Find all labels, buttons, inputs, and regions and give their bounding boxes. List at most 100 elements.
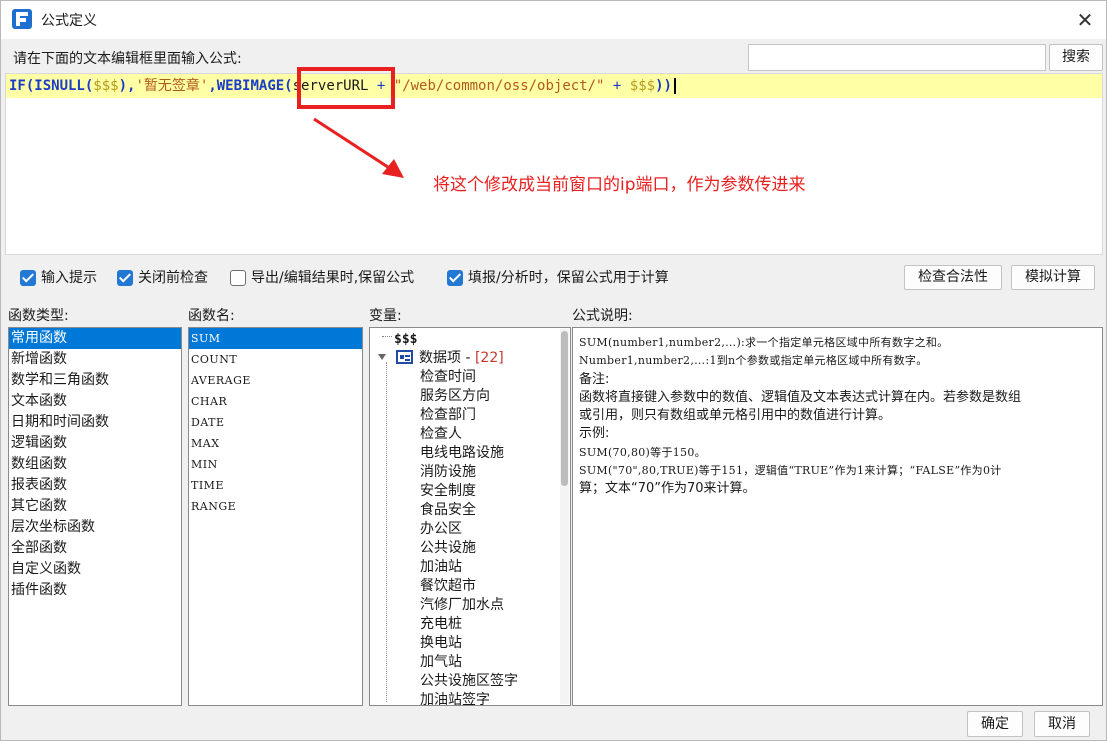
list-item[interactable]: COUNT — [189, 349, 362, 370]
formula-token-string: '暂无签章' — [135, 78, 209, 94]
ok-button[interactable]: 确定 — [967, 711, 1023, 737]
formula-dialog: 公式定义 ✕ 请在下面的文本编辑框里面输入公式: 搜索 IF(ISNULL($$… — [0, 0, 1107, 741]
list-item[interactable]: RANGE — [189, 496, 362, 517]
description-line: 备注: — [579, 371, 610, 387]
tree-item[interactable]: 服务区方向 — [420, 387, 490, 406]
variables-label: 变量: — [369, 308, 402, 324]
tree-item[interactable]: 检查部门 — [420, 406, 476, 425]
formula-token-var: $$$ — [93, 78, 119, 94]
function-types-label: 函数类型: — [8, 308, 69, 324]
tree-item[interactable]: 检查人 — [420, 425, 462, 444]
tree-item[interactable]: 充电桩 — [420, 615, 462, 634]
check-validity-button[interactable]: 检查合法性 — [904, 265, 1002, 290]
formula-token-close: ), — [118, 78, 136, 94]
prompt-label: 请在下面的文本编辑框里面输入公式: — [13, 51, 242, 67]
checkbox-keep-formula-export[interactable] — [230, 270, 246, 286]
list-item[interactable]: 文本函数 — [9, 391, 181, 412]
list-item[interactable]: AVERAGE — [189, 370, 362, 391]
list-item[interactable]: SUM — [189, 328, 362, 349]
description-line: Number1,number2,…:1到n个参数或指定单元格区域中所有数字。 — [579, 354, 928, 368]
list-item[interactable]: 插件函数 — [9, 580, 181, 601]
search-button[interactable]: 搜索 — [1049, 44, 1103, 71]
tree-item[interactable]: 食品安全 — [420, 501, 476, 520]
tree-node-count: [22] — [474, 350, 504, 366]
tree-item[interactable]: 电线电路设施 — [420, 444, 504, 463]
option-label: 填报/分析时，保留公式用于计算 — [468, 270, 669, 286]
list-item[interactable]: 数组函数 — [9, 454, 181, 475]
annotation-arrow-icon — [313, 117, 404, 178]
option-label: 关闭前检查 — [138, 270, 208, 286]
tree-node-title: 数据项 - — [419, 350, 475, 366]
tree-root-item[interactable]: $$$ — [394, 332, 417, 347]
formula-editor[interactable]: IF(ISNULL($$$),'暂无签章',WEBIMAGE(serverURL… — [5, 73, 1103, 255]
list-item[interactable]: 新增函数 — [9, 349, 181, 370]
checkbox-input-hint[interactable] — [20, 270, 36, 286]
tree-item[interactable]: 检查时间 — [420, 368, 476, 387]
tree-item[interactable]: 消防设施 — [420, 463, 476, 482]
list-item[interactable]: DATE — [189, 412, 362, 433]
list-item[interactable]: 自定义函数 — [9, 559, 181, 580]
tree-item[interactable]: 安全制度 — [420, 482, 476, 501]
option-label: 输入提示 — [41, 270, 97, 286]
list-item[interactable]: TIME — [189, 475, 362, 496]
tree-item[interactable]: 加气站 — [420, 653, 462, 672]
close-icon[interactable]: ✕ — [1071, 6, 1099, 34]
list-item[interactable]: MIN — [189, 454, 362, 475]
option-keep-formula-export[interactable]: 导出/编辑结果时,保留公式 — [230, 268, 436, 288]
list-item[interactable]: 常用函数 — [9, 328, 181, 349]
search-input[interactable] — [748, 44, 1046, 71]
scrollbar-thumb[interactable] — [561, 331, 568, 486]
text-cursor — [673, 78, 676, 94]
formula-token-plus-2: + — [604, 78, 630, 94]
list-item[interactable]: MAX — [189, 433, 362, 454]
list-item[interactable]: 报表函数 — [9, 475, 181, 496]
formula-token-webimage: ,WEBIMAGE( — [208, 78, 293, 94]
app-logo-icon — [12, 9, 32, 29]
tree-item[interactable]: 换电站 — [420, 634, 462, 653]
function-names-label: 函数名: — [188, 308, 235, 324]
variables-scrollbar[interactable] — [560, 329, 569, 704]
tree-connector — [386, 362, 387, 702]
tree-item[interactable]: 餐饮超市 — [420, 577, 476, 596]
tree-item[interactable]: 汽修厂加水点 — [420, 596, 504, 615]
formula-token-path: "/web/common/oss/object/" — [393, 78, 605, 94]
chevron-down-icon[interactable] — [378, 354, 386, 360]
data-item-icon — [396, 350, 413, 364]
tree-item[interactable]: 加油站 — [420, 558, 462, 577]
list-item[interactable]: 逻辑函数 — [9, 433, 181, 454]
description-line: SUM(number1,number2,…):求一个指定单元格区域中所有数字之和… — [579, 336, 949, 349]
checkbox-check-before-close[interactable] — [117, 270, 133, 286]
description-line: 或引用，则只有数组或单元格引用中的数值进行计算。 — [579, 408, 892, 424]
simulate-button[interactable]: 模拟计算 — [1011, 265, 1095, 290]
formula-token-var-2: $$$ — [629, 78, 656, 94]
variables-tree[interactable]: $$$ 数据项 - [22] 检查时间 服务区方向 检查部门 检查人 电线电路设… — [369, 327, 571, 706]
list-item[interactable]: 数学和三角函数 — [9, 370, 181, 391]
annotation-text: 将这个修改成当前窗口的ip端口，作为参数传进来 — [433, 175, 806, 195]
description-line: SUM(70,80)等于150。 — [579, 445, 706, 459]
description-label: 公式说明: — [572, 308, 633, 324]
formula-token-if-isnull: IF(ISNULL( — [9, 78, 94, 94]
tree-node-label: 数据项 - [22] — [419, 348, 504, 368]
option-input-hint[interactable]: 输入提示 — [20, 268, 110, 288]
formula-token-end: )) — [655, 78, 672, 94]
list-item[interactable]: 其它函数 — [9, 496, 181, 517]
checkbox-keep-formula-fill[interactable] — [447, 270, 463, 286]
list-item[interactable]: 层次坐标函数 — [9, 517, 181, 538]
function-names-list[interactable]: SUM COUNT AVERAGE CHAR DATE MAX MIN TIME… — [188, 327, 363, 706]
tree-item[interactable]: 加油站签字 — [420, 691, 490, 705]
description-line: SUM("70",80,TRUE)等于151，逻辑值“TRUE”作为1来计算；“… — [579, 464, 1002, 478]
tree-item[interactable]: 办公区 — [420, 520, 462, 539]
cancel-button[interactable]: 取消 — [1034, 711, 1090, 737]
list-item[interactable]: CHAR — [189, 391, 362, 412]
list-item[interactable]: 日期和时间函数 — [9, 412, 181, 433]
option-check-before-close[interactable]: 关闭前检查 — [117, 268, 221, 288]
tree-connector — [382, 336, 392, 337]
option-keep-formula-fill[interactable]: 填报/分析时，保留公式用于计算 — [447, 268, 692, 288]
description-line: 示例: — [579, 426, 610, 442]
list-item[interactable]: 全部函数 — [9, 538, 181, 559]
description-line: 函数将直接键入参数中的数值、逻辑值及文本表达式计算在内。若参数是数组 — [579, 389, 1022, 405]
annotation-highlight-box — [297, 67, 395, 109]
function-types-list[interactable]: 常用函数 新增函数 数学和三角函数 文本函数 日期和时间函数 逻辑函数 数组函数… — [8, 327, 182, 706]
tree-item[interactable]: 公共设施 — [420, 539, 476, 558]
tree-item[interactable]: 公共设施区签字 — [420, 672, 518, 691]
